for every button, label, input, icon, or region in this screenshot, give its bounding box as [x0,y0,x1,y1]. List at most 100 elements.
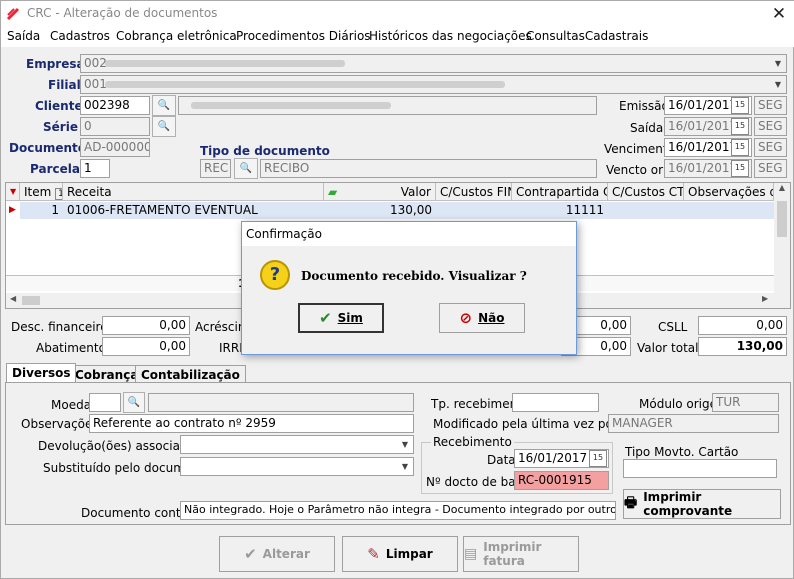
doc-baixa-field[interactable]: RC-0001915 [514,471,609,490]
csll-label: CSLL [658,320,688,334]
scroll-up-icon[interactable]: ▲ [774,183,790,192]
tipo-documento-code[interactable]: REC [200,159,231,178]
hscroll-thumb[interactable] [22,296,40,305]
filial-field[interactable]: 001 [80,75,787,94]
col-cc-ctb[interactable]: C/Custos CTB [608,183,684,201]
observacoes-field[interactable]: Referente ao contrato nº 2959 [89,414,414,433]
modificado-field: MANAGER [608,414,779,433]
tab-diversos[interactable]: Diversos [6,363,77,382]
col-valor[interactable]: ▰ Valor [324,183,436,201]
moeda-field[interactable] [89,393,121,412]
moeda-desc [148,393,414,412]
scroll-left-icon[interactable]: ◀ [10,294,16,303]
abatimento-field[interactable]: 0,00 [102,337,190,356]
cliente-search-icon[interactable]: 🔍 [152,95,176,116]
cliente-name-field [178,96,597,115]
scroll-right-icon[interactable]: ▶ [762,294,768,303]
grid-vscrollbar[interactable]: ▲ [774,183,790,293]
col-cc-fin[interactable]: C/Custos FIN [436,183,512,201]
close-icon[interactable]: ✕ [769,4,789,24]
tp-recebimento-field[interactable] [512,393,599,412]
csll-field[interactable]: 0,00 [698,316,787,335]
menu-cobranca-eletronica[interactable]: Cobrança eletrônica [116,29,237,43]
window-title: CRC - Alteração de documentos [27,6,218,20]
col-item-label: Item [24,185,52,199]
empresa-label: Empresa [26,57,85,71]
tipo-movto-label: Tipo Movto. Cartão [625,445,739,459]
filial-dropdown-icon[interactable]: ▼ [770,76,786,93]
col-obs[interactable]: Observações do ite [684,183,774,201]
sim-label: Sim [337,311,363,325]
row-item: 1 [51,203,59,217]
saida-calendar-icon[interactable]: 15 [731,118,749,135]
saida-day: SEG [754,117,787,136]
empresa-dropdown-icon[interactable]: ▼ [770,55,786,72]
cliente-field[interactable]: 002398 [80,96,150,115]
desc-financeiro-field[interactable]: 0,00 [102,316,190,335]
imprimir-comprovante-label: Imprimir comprovante [643,490,733,518]
vencto-orig-day: SEG [754,159,787,178]
abatimento-label: Abatimento [36,341,106,355]
data-label: Data [487,453,516,467]
filial-value: 001 [84,77,107,91]
modulo-origem-field: TUR [712,393,779,412]
table-row[interactable]: 1 01006-FRETAMENTO EVENTUAL 130,00 11111 [20,202,774,219]
money-icon: ▰ [328,185,338,199]
menu-saida[interactable]: Saída [7,29,40,43]
cliente-label: Cliente [35,99,83,113]
documento-field[interactable]: AD-0000005 [80,138,150,157]
parcela-field[interactable]: 1 [80,159,110,178]
app-icon [6,7,20,21]
scroll-thumb[interactable] [777,201,787,237]
empresa-field[interactable]: 002 [80,54,787,73]
tipo-movto-field[interactable] [623,459,777,478]
tipo-documento-search-icon[interactable]: 🔍 [234,158,258,179]
moeda-search-icon[interactable]: 🔍 [123,392,145,413]
col-receita[interactable]: Receita [63,183,324,201]
devolucoes-dropdown-icon[interactable]: ▼ [397,436,413,453]
menu-historicos[interactable]: Históricos das negociações [369,29,532,43]
data-recebimento-calendar-icon[interactable]: 15 [589,450,607,467]
serie-field[interactable]: 0 [80,117,150,136]
imprimir-fatura-button[interactable]: ▤ Imprimir fatura [463,536,579,572]
valor-total-field: 130,00 [698,337,787,356]
col-contrapartida[interactable]: Contrapartida CTB [512,183,608,201]
serie-search-icon[interactable]: 🔍 [152,116,176,137]
nao-button[interactable]: ⊘ Não [439,303,525,333]
col-item[interactable]: Item 1 [20,183,63,201]
title-bar: CRC - Alteração de documentos ✕ [1,1,794,27]
checkmark-icon: ✔ [244,545,257,563]
modificado-label: Modificado pela última vez por [433,417,618,431]
empresa-value: 002 [84,56,107,70]
vencimento-day: SEG [754,138,787,157]
emissao-label: Emissão [619,99,669,113]
nao-label: Não [478,311,505,325]
tipo-documento-label: Tipo de documento [200,144,330,158]
emissao-calendar-icon[interactable]: 15 [731,97,749,114]
menu-cadastros[interactable]: Cadastros [50,29,110,43]
menu-consultas-cadastrais[interactable]: ConsultasCadastrais [526,29,648,43]
current-row-icon: ▶ [9,205,16,215]
alterar-button[interactable]: ✔ Alterar [219,536,335,572]
main-window: CRC - Alteração de documentos ✕ Saída Ca… [0,0,794,579]
broom-icon: ✎ [367,545,380,563]
menu-procedimentos-diarios[interactable]: Procedimentos Diários [236,29,371,43]
devolucoes-select[interactable] [180,435,414,454]
question-icon: ? [260,260,290,290]
vencimento-calendar-icon[interactable]: 15 [731,139,749,156]
imprimir-comprovante-button[interactable]: 🖶 Imprimir comprovante [623,489,781,519]
sim-button[interactable]: ✔ Sim [298,303,384,333]
limpar-button[interactable]: ✎ Limpar [342,536,458,572]
tipo-documento-desc: RECIBO [260,159,597,178]
vencto-orig-calendar-icon[interactable]: 15 [731,160,749,177]
invoice-icon: ▤ [464,546,478,562]
limpar-label: Limpar [385,547,433,561]
dialog-body: ? Documento recebido. Visualizar ? ✔ Sim … [242,246,576,354]
substituido-select[interactable] [180,457,414,476]
parcela-label: Parcela [30,162,80,176]
serie-label: Série [43,120,78,134]
substituido-dropdown-icon[interactable]: ▼ [397,458,413,475]
moeda-label: Moeda [51,398,92,412]
emissao-day: SEG [754,96,787,115]
documento-label: Documento [9,141,87,155]
